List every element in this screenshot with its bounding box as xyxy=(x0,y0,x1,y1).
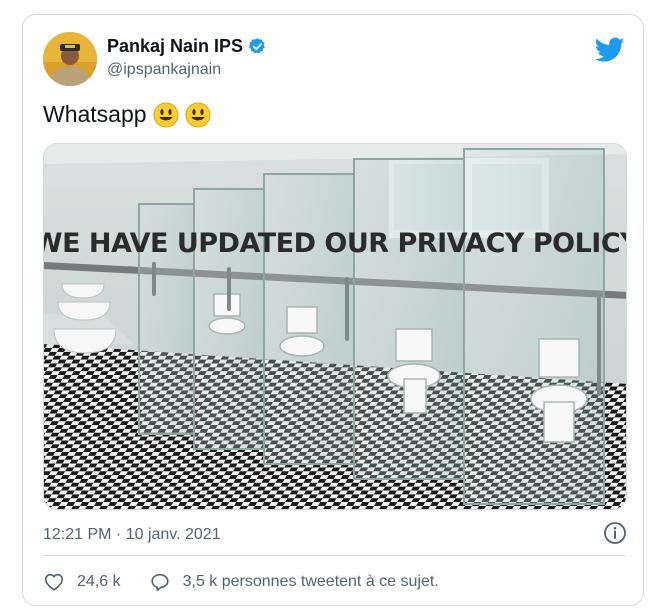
verified-badge-icon xyxy=(249,38,265,54)
author-name[interactable]: Pankaj Nain IPS xyxy=(107,36,243,57)
avatar[interactable] xyxy=(43,32,97,86)
heart-icon xyxy=(44,573,64,591)
tweet-text: Whatsapp xyxy=(43,101,211,128)
tweet-body: Whatsapp xyxy=(43,101,147,127)
conversation-link[interactable]: 3,5 k personnes tweetent à ce sujet. xyxy=(149,571,439,593)
tweet-photo[interactable]: “WE HAVE UPDATED OUR PRIVACY POLICY” xyxy=(43,143,627,510)
avatar-image xyxy=(43,32,97,86)
conversation-text: 3,5 k personnes tweetent à ce sujet. xyxy=(182,573,439,590)
photo-caption: “WE HAVE UPDATED OUR PRIVACY POLICY” xyxy=(44,228,627,259)
tweet-actions: 24,6 k 3,5 k personnes tweetent à ce suj… xyxy=(43,571,467,593)
twitter-logo-icon[interactable] xyxy=(595,37,625,63)
restroom-photo-image: “WE HAVE UPDATED OUR PRIVACY POLICY” xyxy=(44,144,627,509)
smiling-face-icon xyxy=(185,102,211,127)
divider xyxy=(43,555,625,556)
reply-bubble-icon xyxy=(150,573,169,592)
like-count: 24,6 k xyxy=(77,573,121,590)
smiling-face-icon xyxy=(153,102,179,127)
author-name-row[interactable]: Pankaj Nain IPS xyxy=(107,36,267,57)
tweet-card: Pankaj Nain IPS @ipspankajnain Whatsapp xyxy=(22,14,644,606)
like-button[interactable]: 24,6 k xyxy=(43,571,121,593)
info-icon[interactable] xyxy=(603,521,627,545)
tweet-timestamp[interactable]: 12:21 PM · 10 janv. 2021 xyxy=(43,526,221,544)
author-handle[interactable]: @ipspankajnain xyxy=(107,61,221,79)
